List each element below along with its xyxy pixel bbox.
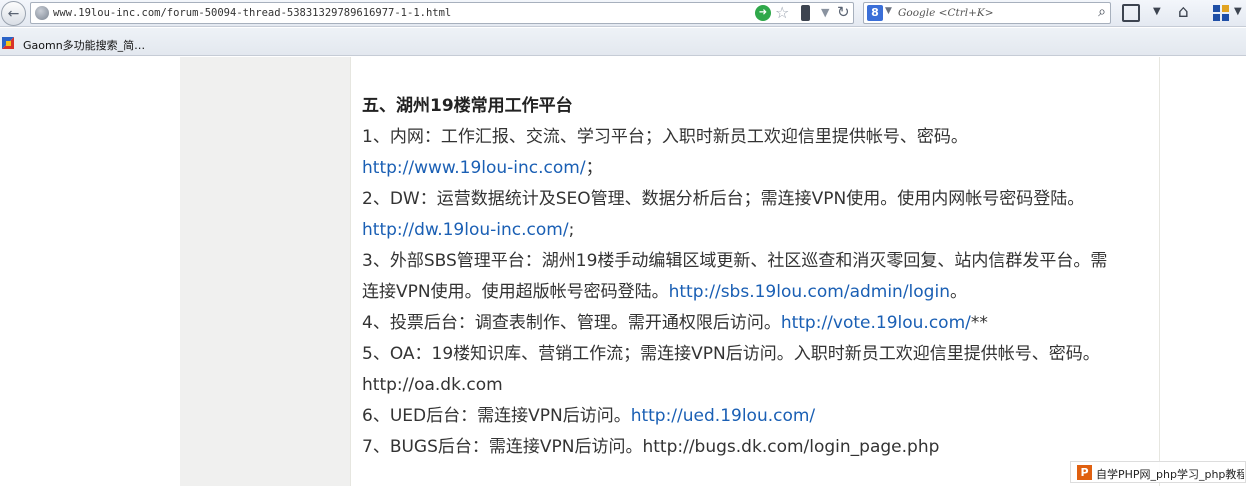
article-line-11: 7、BUGS后台：需连接VPN后访问。http://bugs.dk.com/lo…: [362, 437, 940, 457]
search-input[interactable]: Google <Ctrl+K>: [898, 7, 994, 19]
article-line-6: 连接VPN使用。使用超版帐号密码登陆。http://sbs.19lou.com/…: [362, 282, 967, 302]
sbs-admin-link[interactable]: http://sbs.19lou.com/admin/login: [669, 282, 950, 302]
ued-link[interactable]: http://ued.19lou.com/: [631, 406, 815, 426]
bookmarks-toolbar: Gaomn多功能搜索_简…: [0, 28, 1246, 56]
bookmark-favicon-icon: [2, 37, 14, 49]
extensions-grid-icon[interactable]: [1213, 5, 1229, 21]
search-icon[interactable]: ⌕: [1098, 4, 1106, 20]
vote-link[interactable]: http://vote.19lou.com/: [781, 313, 971, 333]
history-dropdown-icon[interactable]: ▼: [821, 6, 829, 19]
php-logo-icon: P: [1077, 465, 1092, 480]
go-arrow-icon[interactable]: ➜: [755, 5, 771, 21]
watermark-text: 自学PHP网_php学习_php教程: [1096, 468, 1244, 481]
article-line-4: http://dw.19lou-inc.com/;: [362, 220, 575, 240]
left-sidebar-column: [180, 57, 350, 486]
article-line-7: 4、投票后台：调查表制作、管理。需开通权限后访问。http://vote.19l…: [362, 313, 988, 333]
extensions-dropdown-icon[interactable]: ▼: [1234, 6, 1242, 17]
url-text[interactable]: www.19lou-inc.com/forum-50094-thread-538…: [53, 7, 451, 19]
site-identity-icon[interactable]: [35, 6, 49, 20]
article-line-10: 6、UED后台：需连接VPN后访问。http://ued.19lou.com/: [362, 406, 816, 426]
article-line-8: 5、OA：19楼知识库、营销工作流；需连接VPN后访问。入职时新员工欢迎信里提供…: [362, 344, 1100, 364]
post-content-panel: 五、湖州19楼常用工作平台 1、内网：工作汇报、交流、学习平台；入职时新员工欢迎…: [350, 57, 1160, 486]
reload-icon[interactable]: ↻: [837, 3, 850, 21]
bookmark-star-icon[interactable]: ☆: [775, 3, 789, 22]
navigation-toolbar: ← www.19lou-inc.com/forum-50094-thread-5…: [0, 0, 1246, 27]
engine-dropdown-icon[interactable]: ▼: [885, 6, 892, 16]
site-watermark: P 自学PHP网_php学习_php教程: [1070, 461, 1246, 483]
screenshot-tool-icon[interactable]: [1122, 4, 1140, 22]
article-line-2: http://www.19lou-inc.com/；: [362, 158, 603, 178]
intranet-link[interactable]: http://www.19lou-inc.com/: [362, 158, 586, 178]
section-heading: 五、湖州19楼常用工作平台: [362, 96, 573, 116]
article-line-3: 2、DW：运营数据统计及SEO管理、数据分析后台；需连接VPN使用。使用内网帐号…: [362, 189, 1085, 209]
article-line-9: http://oa.dk.com: [362, 375, 503, 395]
mobile-device-icon[interactable]: [801, 5, 810, 21]
post-body: 五、湖州19楼常用工作平台 1、内网：工作汇报、交流、学习平台；入职时新员工欢迎…: [362, 91, 1157, 463]
article-line-1: 1、内网：工作汇报、交流、学习平台；入职时新员工欢迎信里提供帐号、密码。: [362, 127, 968, 147]
google-engine-icon[interactable]: 8: [867, 5, 883, 21]
search-bar[interactable]: 8 ▼ Google <Ctrl+K> ⌕: [863, 2, 1111, 24]
bookmark-item[interactable]: Gaomn多功能搜索_简…: [23, 37, 145, 53]
article-line-5: 3、外部SBS管理平台：湖州19楼手动编辑区域更新、社区巡查和消灭零回复、站内信…: [362, 251, 1108, 271]
back-button[interactable]: ←: [1, 1, 26, 26]
page-viewport: 五、湖州19楼常用工作平台 1、内网：工作汇报、交流、学习平台；入职时新员工欢迎…: [0, 57, 1246, 486]
dw-link[interactable]: http://dw.19lou-inc.com/: [362, 220, 569, 240]
back-arrow-icon: ←: [7, 5, 20, 22]
address-bar[interactable]: www.19lou-inc.com/forum-50094-thread-538…: [30, 2, 854, 24]
tool-dropdown-icon[interactable]: ▼: [1153, 6, 1161, 17]
home-icon[interactable]: ⌂: [1178, 2, 1189, 22]
